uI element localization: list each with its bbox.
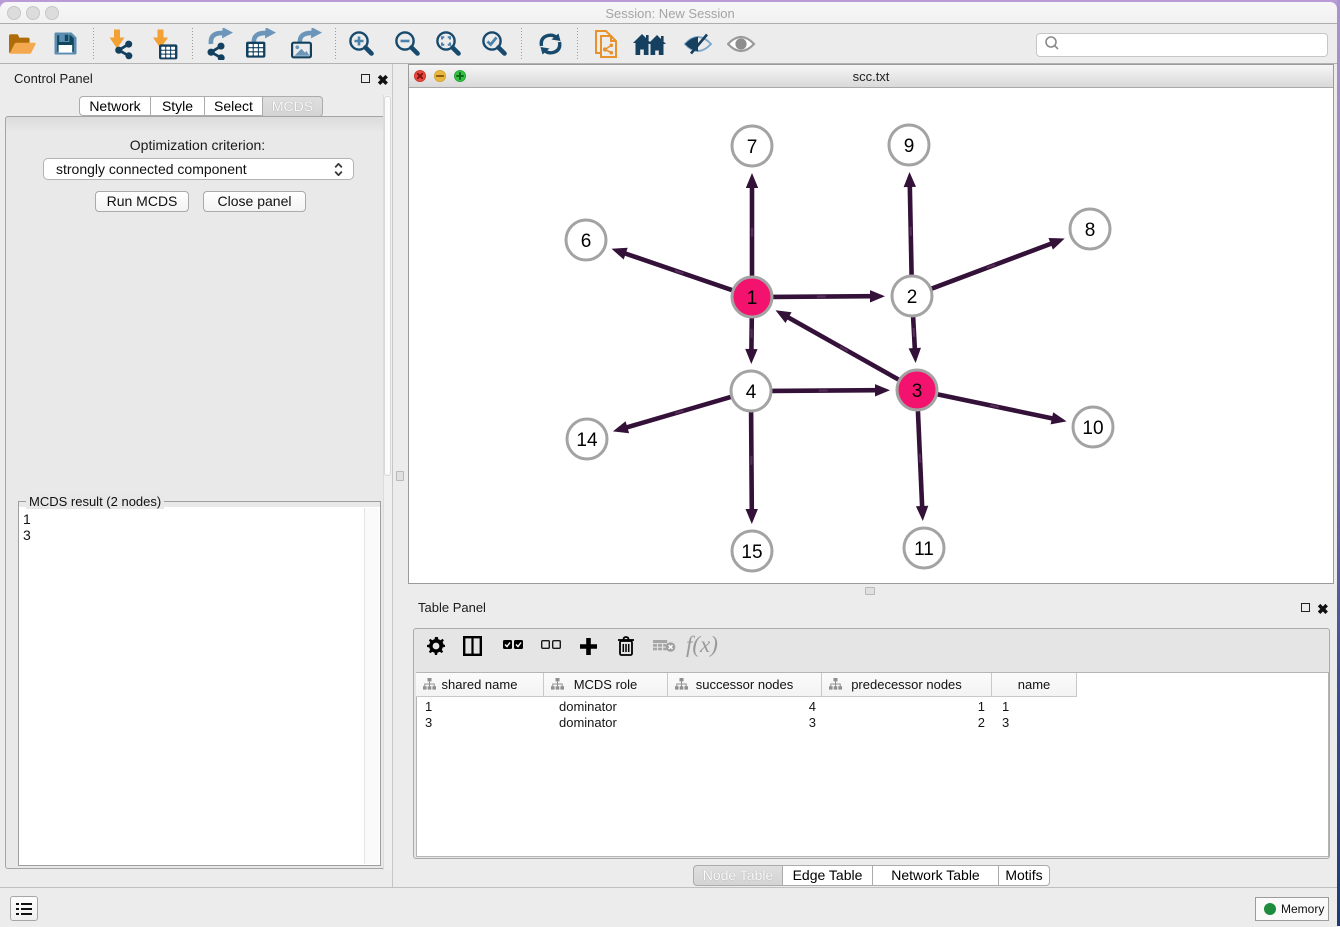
svg-text:3: 3 — [912, 381, 923, 402]
svg-text:10: 10 — [1082, 418, 1103, 439]
svg-text:8: 8 — [1085, 220, 1096, 241]
svg-text:11: 11 — [914, 539, 934, 560]
svg-text:6: 6 — [581, 231, 592, 252]
svg-text:2: 2 — [907, 287, 918, 308]
svg-text:4: 4 — [746, 382, 757, 403]
svg-text:1: 1 — [747, 288, 758, 309]
svg-text:7: 7 — [747, 137, 758, 158]
svg-text:15: 15 — [741, 542, 762, 563]
svg-text:9: 9 — [904, 136, 915, 157]
svg-text:14: 14 — [576, 430, 598, 451]
